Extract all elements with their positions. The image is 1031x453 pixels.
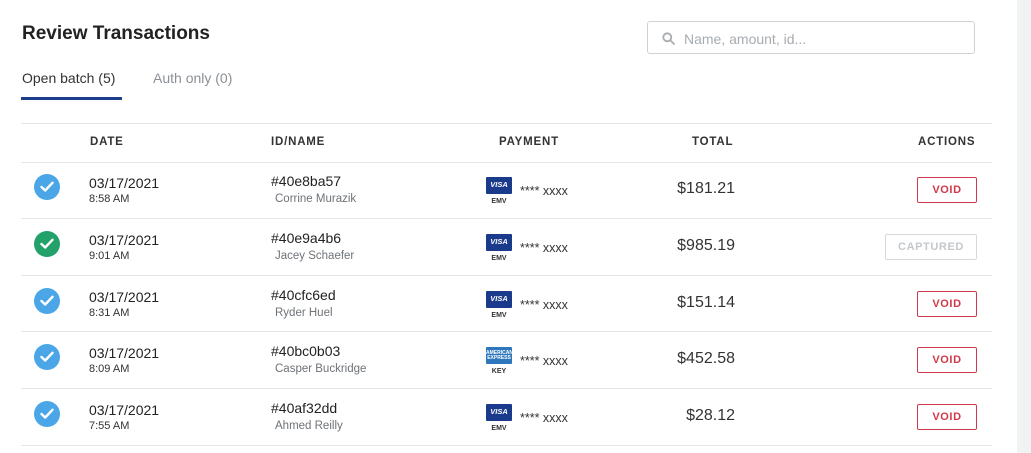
- masked-card-number: **** xxxx: [520, 184, 568, 198]
- transaction-date: 03/17/2021: [89, 289, 160, 305]
- table-row[interactable]: 03/17/2021 8:09 AM #40bc0b03 Casper Buck…: [21, 332, 992, 389]
- entry-mode-label: KEY: [491, 368, 507, 375]
- column-header-total: TOTAL: [692, 136, 734, 148]
- transaction-date: 03/17/2021: [89, 175, 160, 191]
- transaction-total: $452.58: [677, 350, 735, 367]
- customer-name: Corrine Murazik: [275, 193, 357, 205]
- masked-card-number: **** xxxx: [520, 354, 568, 368]
- transaction-time: 8:58 AM: [89, 193, 130, 205]
- transaction-id: #40e8ba57: [271, 173, 342, 189]
- transaction-date: 03/17/2021: [89, 345, 160, 361]
- void-button[interactable]: VOID: [917, 291, 977, 317]
- column-header-payment: PAYMENT: [499, 136, 559, 148]
- transaction-date: 03/17/2021: [89, 402, 160, 418]
- table-row[interactable]: 03/17/2021 7:55 AM #40af32dd Ahmed Reill…: [21, 389, 992, 446]
- masked-card-number: **** xxxx: [520, 298, 568, 312]
- transaction-total: $151.14: [677, 294, 735, 311]
- entry-mode-label: EMV: [491, 312, 507, 319]
- status-check-icon: [34, 231, 60, 257]
- search-box[interactable]: [647, 21, 975, 55]
- visa-card-icon: VISA: [486, 234, 512, 251]
- card-brand-label: AMERICAN EXPRESS: [486, 350, 513, 361]
- transaction-id: #40af32dd: [271, 400, 338, 416]
- tab-open-batch[interactable]: Open batch (5): [22, 70, 115, 86]
- row-divider: [21, 445, 992, 446]
- transaction-time: 8:09 AM: [89, 363, 130, 375]
- visa-card-icon: VISA: [486, 404, 512, 421]
- customer-name: Jacey Schaefer: [275, 250, 355, 262]
- scrollbar[interactable]: [1017, 0, 1031, 453]
- status-check-icon: [34, 288, 60, 314]
- active-tab-indicator: [21, 97, 122, 100]
- void-button[interactable]: VOID: [917, 177, 977, 203]
- transaction-total: $181.21: [677, 180, 735, 197]
- card-brand-label: VISA: [490, 407, 508, 416]
- customer-name: Ryder Huel: [275, 307, 333, 319]
- search-input[interactable]: [682, 22, 966, 55]
- transaction-date: 03/17/2021: [89, 232, 160, 248]
- entry-mode-label: EMV: [491, 198, 507, 205]
- transaction-total: $28.12: [686, 407, 735, 424]
- customer-name: Casper Buckridge: [275, 363, 367, 375]
- table-row[interactable]: 03/17/2021 8:58 AM #40e8ba57 Corrine Mur…: [21, 162, 992, 219]
- amex-card-icon: AMERICAN EXPRESS: [486, 347, 513, 364]
- transaction-time: 9:01 AM: [89, 250, 130, 262]
- review-transactions-panel: Review Transactions Open batch (5) Auth …: [0, 0, 1017, 453]
- masked-card-number: **** xxxx: [520, 411, 568, 425]
- card-brand-label: VISA: [490, 180, 508, 189]
- page-title: Review Transactions: [22, 23, 210, 44]
- void-button[interactable]: VOID: [917, 347, 977, 373]
- table-row[interactable]: 03/17/2021 8:31 AM #40cfc6ed Ryder Huel …: [21, 276, 992, 333]
- table-top-divider: [21, 123, 992, 124]
- visa-card-icon: VISA: [486, 291, 512, 308]
- search-icon: [662, 32, 675, 45]
- status-check-icon: [34, 401, 60, 427]
- status-check-icon: [34, 344, 60, 370]
- table-row[interactable]: 03/17/2021 9:01 AM #40e9a4b6 Jacey Schae…: [21, 219, 992, 276]
- column-header-date: DATE: [90, 136, 124, 148]
- void-button[interactable]: VOID: [917, 404, 977, 430]
- entry-mode-label: EMV: [491, 425, 507, 432]
- transaction-id: #40e9a4b6: [271, 230, 342, 246]
- captured-button[interactable]: CAPTURED: [885, 234, 977, 260]
- card-brand-label: VISA: [490, 294, 508, 303]
- entry-mode-label: EMV: [491, 255, 507, 262]
- tab-auth-only[interactable]: Auth only (0): [153, 70, 232, 86]
- visa-card-icon: VISA: [486, 177, 512, 194]
- transaction-time: 8:31 AM: [89, 307, 130, 319]
- transaction-total: $985.19: [677, 237, 735, 254]
- masked-card-number: **** xxxx: [520, 241, 568, 255]
- status-check-icon: [34, 174, 60, 200]
- card-brand-label: VISA: [490, 237, 508, 246]
- transaction-id: #40cfc6ed: [271, 287, 336, 303]
- transaction-id: #40bc0b03: [271, 343, 341, 359]
- transaction-time: 7:55 AM: [89, 420, 130, 432]
- customer-name: Ahmed Reilly: [275, 420, 343, 432]
- column-header-actions: ACTIONS: [918, 136, 976, 148]
- column-header-id-name: ID/NAME: [271, 136, 326, 148]
